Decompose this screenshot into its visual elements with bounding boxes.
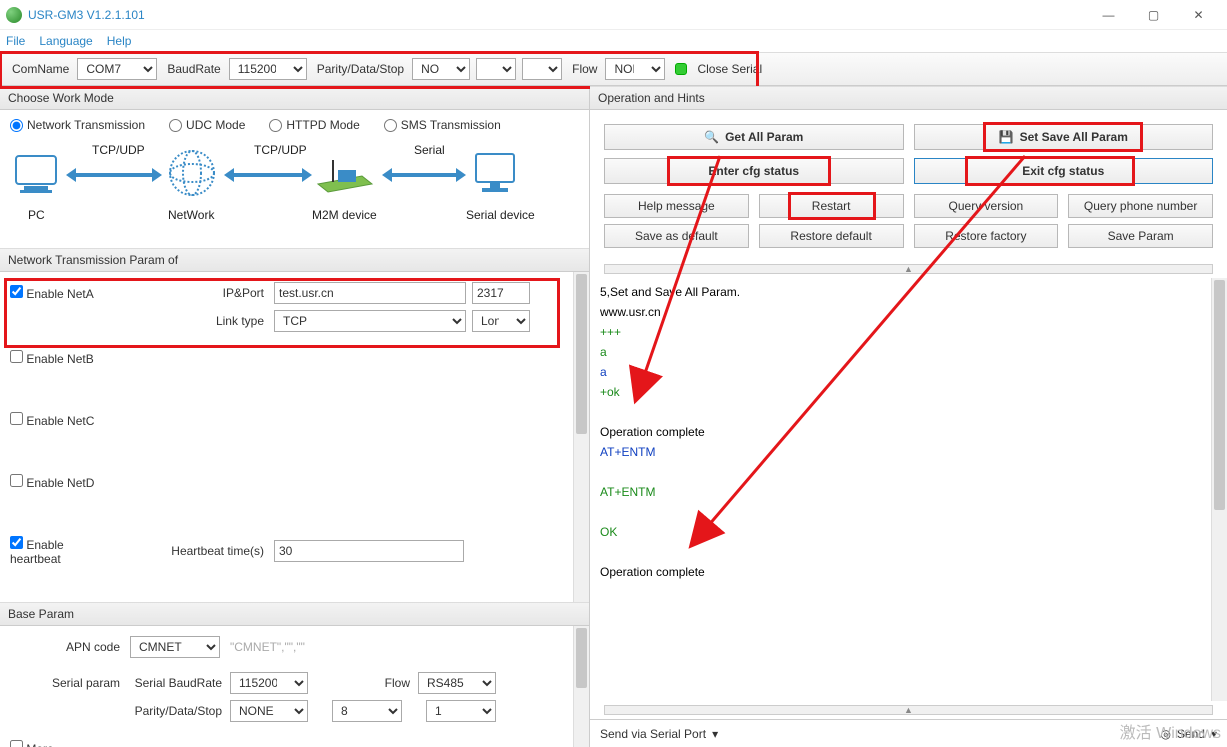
serial-param-label: Serial param bbox=[10, 676, 130, 690]
apn-select[interactable]: CMNET bbox=[130, 636, 220, 658]
set-save-all-param-button[interactable]: 💾 Set Save All Param bbox=[914, 124, 1214, 150]
base-param-header: Base Param bbox=[0, 602, 589, 626]
serial-stop-select[interactable]: 1 bbox=[426, 700, 496, 722]
search-icon: 🔍 bbox=[704, 130, 719, 144]
enable-heartbeat-checkbox[interactable]: Enable heartbeat bbox=[10, 536, 90, 566]
serial-data-select[interactable]: 8 bbox=[332, 700, 402, 722]
topology-diagram: TCP/UDP TCP/UDP Serial PC NetWork M2M de… bbox=[0, 138, 589, 248]
query-phone-button[interactable]: Query phone number bbox=[1068, 194, 1213, 218]
menu-language[interactable]: Language bbox=[39, 34, 92, 48]
minimize-icon[interactable]: — bbox=[1086, 0, 1131, 30]
port-input[interactable] bbox=[472, 282, 530, 304]
status-led-icon bbox=[675, 63, 687, 75]
mode-sms[interactable]: SMS Transmission bbox=[384, 118, 501, 132]
heartbeat-label: Heartbeat time(s) bbox=[90, 544, 274, 558]
chevron-down-icon: ▾ bbox=[712, 727, 718, 741]
serial-baud-select[interactable]: 115200 bbox=[230, 672, 308, 694]
log-output: 5,Set and Save All Param.www.usr.cn+++aa… bbox=[590, 278, 1227, 701]
heartbeat-input[interactable] bbox=[274, 540, 464, 562]
menu-file[interactable]: File bbox=[6, 34, 25, 48]
collapse-handle[interactable]: ▲ bbox=[604, 705, 1213, 715]
choose-work-mode-header: Choose Work Mode bbox=[0, 86, 589, 110]
scrollbar[interactable] bbox=[1211, 278, 1227, 701]
baud-label: BaudRate bbox=[167, 62, 220, 76]
get-all-param-button[interactable]: 🔍 Get All Param bbox=[604, 124, 904, 150]
comname-select[interactable]: COM7 bbox=[77, 58, 157, 80]
send-via-select[interactable]: Send via Serial Port▾ bbox=[600, 727, 718, 741]
flow-label: Flow bbox=[572, 62, 597, 76]
save-param-button[interactable]: Save Param bbox=[1068, 224, 1213, 248]
serial-flow-label: Flow bbox=[308, 676, 418, 690]
restart-button[interactable]: Restart bbox=[759, 194, 904, 218]
comname-label: ComName bbox=[12, 62, 69, 76]
menu-help[interactable]: Help bbox=[107, 34, 132, 48]
baud-select[interactable]: 115200 bbox=[229, 58, 307, 80]
exit-cfg-button[interactable]: Exit cfg status bbox=[914, 158, 1214, 184]
enable-neta-checkbox[interactable]: Enable NetA bbox=[10, 285, 120, 301]
more-checkbox[interactable]: More bbox=[10, 742, 54, 747]
enter-cfg-button[interactable]: Enter cfg status bbox=[604, 158, 904, 184]
enable-netb-checkbox[interactable]: Enable NetB bbox=[10, 352, 94, 366]
scrollbar[interactable] bbox=[573, 626, 589, 747]
linktype-select[interactable]: TCP bbox=[274, 310, 466, 332]
net-param-header: Network Transmission Param of bbox=[0, 248, 589, 272]
pds-label: Parity/Data/Stop bbox=[317, 62, 404, 76]
restore-default-button[interactable]: Restore default bbox=[759, 224, 904, 248]
ops-hints-header: Operation and Hints bbox=[590, 86, 1227, 110]
linktype-label: Link type bbox=[120, 314, 274, 328]
linkmode-select[interactable]: Long c bbox=[472, 310, 530, 332]
apn-hint: "CMNET","","" bbox=[230, 640, 305, 654]
serial-pds-label: Parity/Data/Stop bbox=[130, 704, 230, 718]
save-icon: 💾 bbox=[999, 130, 1014, 144]
mode-udc[interactable]: UDC Mode bbox=[169, 118, 245, 132]
close-serial-button[interactable]: Close Serial bbox=[697, 62, 762, 76]
restore-factory-button[interactable]: Restore factory bbox=[914, 224, 1059, 248]
apn-label: APN code bbox=[10, 640, 130, 654]
collapse-handle[interactable]: ▲ bbox=[604, 264, 1213, 274]
databits-select[interactable]: 8 bbox=[476, 58, 516, 80]
serial-parity-select[interactable]: NONE bbox=[230, 700, 308, 722]
enable-netd-checkbox[interactable]: Enable NetD bbox=[10, 476, 94, 490]
mode-network[interactable]: Network Transmission bbox=[10, 118, 145, 132]
flow-select[interactable]: NONE bbox=[605, 58, 665, 80]
app-icon bbox=[6, 7, 22, 23]
help-message-button[interactable]: Help message bbox=[604, 194, 749, 218]
enable-netc-checkbox[interactable]: Enable NetC bbox=[10, 414, 94, 428]
query-version-button[interactable]: Query version bbox=[914, 194, 1059, 218]
mode-httpd[interactable]: HTTPD Mode bbox=[269, 118, 359, 132]
ip-input[interactable] bbox=[274, 282, 466, 304]
serial-baud-label: Serial BaudRate bbox=[130, 676, 230, 690]
maximize-icon[interactable]: ▢ bbox=[1131, 0, 1176, 30]
parity-select[interactable]: NONE bbox=[412, 58, 470, 80]
stopbits-select[interactable]: 1 bbox=[522, 58, 562, 80]
ipport-label: IP&Port bbox=[120, 286, 274, 300]
close-icon[interactable]: ✕ bbox=[1176, 0, 1221, 30]
serial-flow-select[interactable]: RS485 bbox=[418, 672, 496, 694]
window-title: USR-GM3 V1.2.1.101 bbox=[28, 8, 145, 22]
watermark: 激活 Windows bbox=[1120, 719, 1221, 743]
save-default-button[interactable]: Save as default bbox=[604, 224, 749, 248]
